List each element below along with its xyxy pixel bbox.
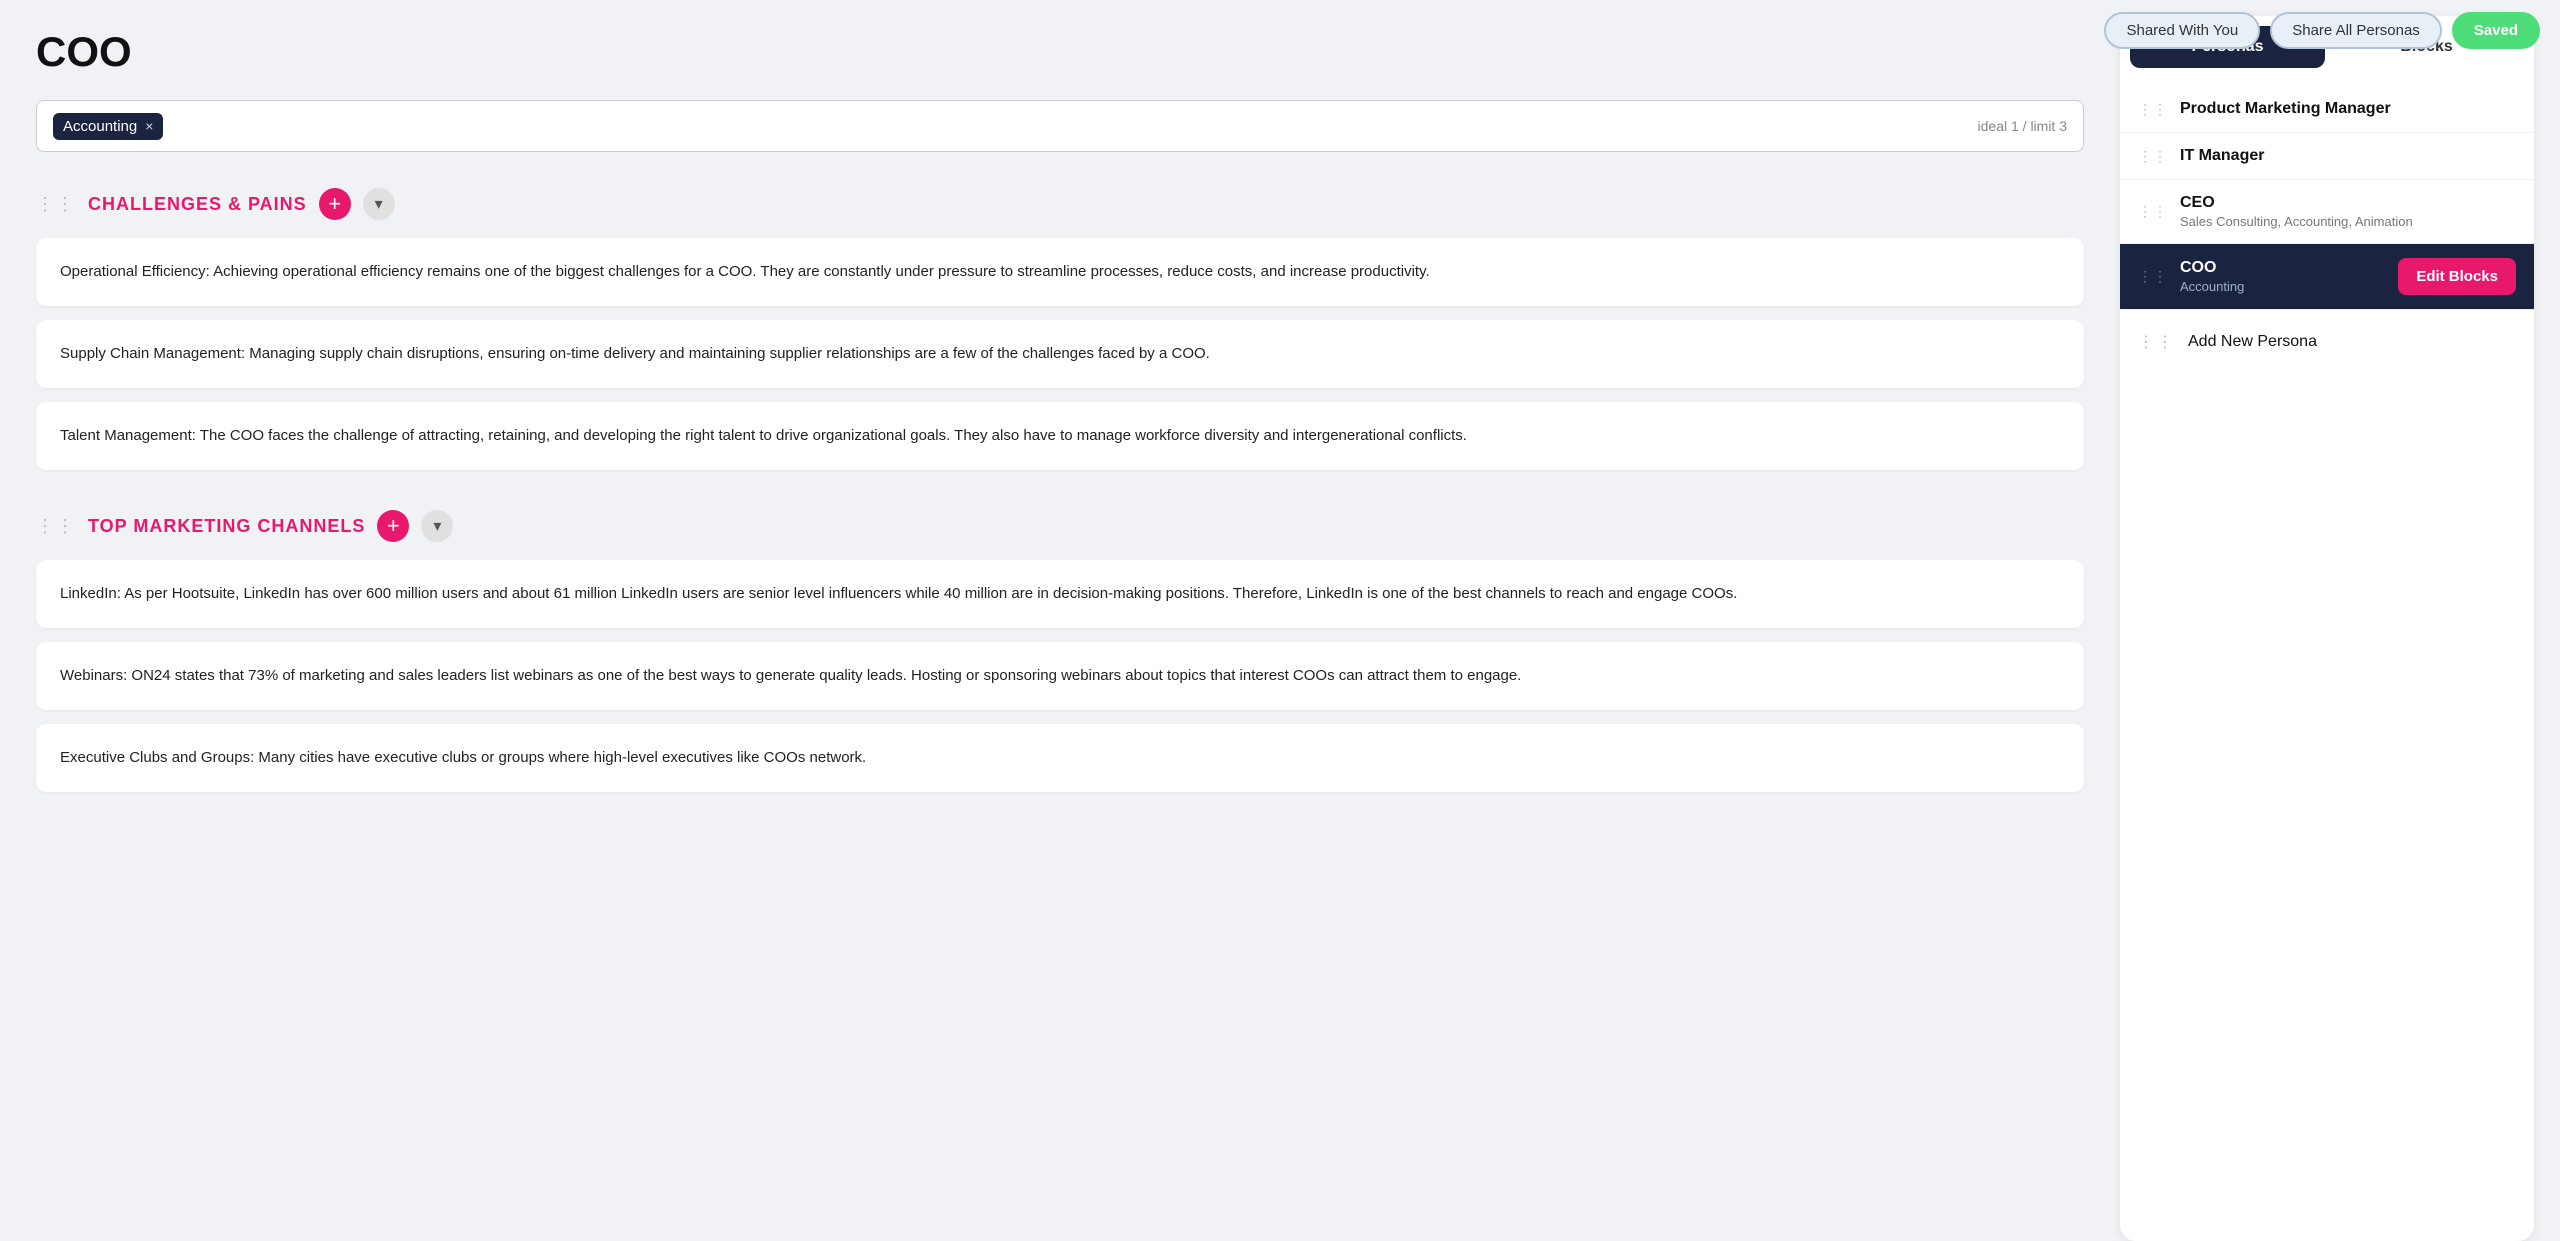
right-panel: Personas Blocks ⋮⋮Product Marketing Mana…	[2120, 0, 2550, 1241]
tag-close-icon[interactable]: ×	[145, 118, 153, 134]
section-challenges: ⋮⋮ CHALLENGES & PAINS + ▾ Operational Effici…	[36, 188, 2084, 470]
persona-name-ceo: CEO	[2180, 194, 2516, 212]
persona-info-ceo: CEO Sales Consulting, Accounting, Animati…	[2180, 194, 2516, 229]
main-layout: COO Accounting × ideal 1 / limit 3 ⋮⋮ CHA…	[0, 0, 2560, 1241]
section-add-btn-challenges[interactable]: +	[319, 188, 351, 220]
section-collapse-btn-marketing-channels[interactable]: ▾	[421, 510, 453, 542]
persona-item-coo[interactable]: ⋮⋮ COO Accounting Edit Blocks	[2120, 244, 2534, 310]
section-add-btn-marketing-channels[interactable]: +	[377, 510, 409, 542]
persona-drag-dots-icon: ⋮⋮	[2138, 203, 2168, 220]
accounting-tag: Accounting ×	[53, 113, 163, 140]
section-collapse-btn-challenges[interactable]: ▾	[363, 188, 395, 220]
persona-name-product-marketing-manager: Product Marketing Manager	[2180, 100, 2516, 118]
persona-item-it-manager[interactable]: ⋮⋮ IT Manager	[2120, 133, 2534, 180]
persona-sub-coo: Accounting	[2180, 279, 2386, 294]
card-challenges-2: Talent Management: The COO faces the cha…	[36, 402, 2084, 470]
card-marketing-channels-0: LinkedIn: As per Hootsuite, LinkedIn has…	[36, 560, 2084, 628]
persona-name-coo: COO	[2180, 259, 2386, 277]
page-title: COO	[36, 28, 2084, 76]
shared-with-you-button[interactable]: Shared With You	[2104, 12, 2260, 49]
persona-item-ceo[interactable]: ⋮⋮ CEO Sales Consulting, Accounting, Anima…	[2120, 180, 2534, 244]
card-marketing-channels-1: Webinars: ON24 states that 73% of market…	[36, 642, 2084, 710]
add-persona-item[interactable]: Add New Persona	[2120, 318, 2534, 366]
tag-label: Accounting	[63, 118, 137, 135]
panel-card: Personas Blocks ⋮⋮Product Marketing Mana…	[2120, 16, 2534, 1241]
top-bar: Shared With You Share All Personas Saved	[2084, 0, 2560, 61]
edit-blocks-button[interactable]: Edit Blocks	[2398, 258, 2516, 295]
persona-info-it-manager: IT Manager	[2180, 147, 2516, 165]
card-marketing-channels-2: Executive Clubs and Groups: Many cities …	[36, 724, 2084, 792]
drag-dots-icon[interactable]: ⋮⋮	[36, 194, 76, 215]
section-header-challenges: ⋮⋮ CHALLENGES & PAINS + ▾	[36, 188, 2084, 220]
add-persona-label: Add New Persona	[2188, 333, 2317, 351]
persona-drag-dots-icon: ⋮⋮	[2138, 148, 2168, 165]
persona-drag-dots-icon: ⋮⋮	[2138, 268, 2168, 285]
persona-info-product-marketing-manager: Product Marketing Manager	[2180, 100, 2516, 118]
persona-list: ⋮⋮Product Marketing Manager⋮⋮IT Manager⋮…	[2120, 78, 2534, 318]
section-header-marketing-channels: ⋮⋮ TOP MARKETING CHANNELS + ▾	[36, 510, 2084, 542]
input-hint: ideal 1 / limit 3	[1978, 118, 2067, 134]
content-area: COO Accounting × ideal 1 / limit 3 ⋮⋮ CHA…	[0, 0, 2120, 1241]
sections-container: ⋮⋮ CHALLENGES & PAINS + ▾ Operational Effici…	[36, 188, 2084, 792]
add-drag-dots	[2138, 332, 2176, 352]
section-marketing-channels: ⋮⋮ TOP MARKETING CHANNELS + ▾ LinkedIn: As p…	[36, 510, 2084, 792]
saved-button[interactable]: Saved	[2452, 12, 2540, 49]
section-title-marketing-channels: TOP MARKETING CHANNELS	[88, 516, 365, 537]
drag-dots-icon[interactable]: ⋮⋮	[36, 516, 76, 537]
persona-drag-dots-icon: ⋮⋮	[2138, 101, 2168, 118]
section-title-challenges: CHALLENGES & PAINS	[88, 194, 307, 215]
persona-name-it-manager: IT Manager	[2180, 147, 2516, 165]
card-challenges-1: Supply Chain Management: Managing supply…	[36, 320, 2084, 388]
tag-input-container[interactable]: Accounting × ideal 1 / limit 3	[36, 100, 2084, 152]
persona-info-coo: COO Accounting	[2180, 259, 2386, 294]
persona-item-product-marketing-manager[interactable]: ⋮⋮ Product Marketing Manager	[2120, 86, 2534, 133]
persona-sub-ceo: Sales Consulting, Accounting, Animation	[2180, 214, 2516, 229]
share-all-personas-button[interactable]: Share All Personas	[2270, 12, 2442, 49]
card-challenges-0: Operational Efficiency: Achieving operat…	[36, 238, 2084, 306]
